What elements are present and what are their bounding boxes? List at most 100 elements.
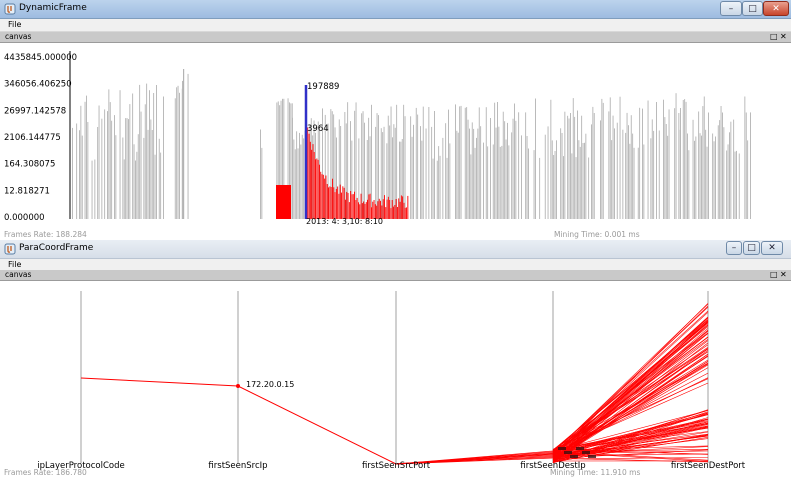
histogram-bar-gray	[688, 150, 690, 219]
histogram-bar-gray	[514, 103, 515, 219]
histogram-bar-gray	[608, 111, 610, 219]
histogram-bar-gray	[581, 115, 583, 219]
histogram-bar-gray	[629, 143, 631, 219]
histogram-bar-red	[352, 194, 354, 219]
histogram-bar-gray	[727, 144, 729, 219]
dynamic-frame-titlebar[interactable]: DynamicFrame – □ ✕	[0, 0, 791, 19]
minimize-button[interactable]: –	[720, 1, 742, 16]
histogram-bar-gray	[685, 101, 687, 219]
histogram-bar-gray	[94, 159, 96, 219]
y-tick-label: 2106.144775	[4, 133, 61, 143]
histogram-bar-red	[398, 198, 400, 219]
histogram-y-ticks: 4435845.000000 346056.406250 26997.142578 2…	[4, 53, 77, 223]
histogram-bar-gray	[733, 119, 735, 219]
histogram-bar-gray	[535, 98, 536, 219]
histogram-bar-red	[320, 171, 322, 219]
histogram-bar-red	[338, 193, 340, 219]
histogram-bar-gray	[431, 126, 433, 219]
histogram-bar-gray	[561, 133, 563, 219]
histogram-chart: 4435845.000000 346056.406250 26997.142578 2…	[4, 51, 751, 239]
histogram-bar-red	[322, 174, 324, 219]
pc-annotation-ip: 172.20.0.15	[246, 380, 294, 389]
canvas-close-icon[interactable]: ✕	[780, 32, 787, 42]
minimize-button[interactable]: –	[726, 241, 742, 255]
histogram-bar-gray	[413, 124, 414, 219]
histogram-bar-gray	[643, 144, 645, 219]
histogram-bar-gray	[702, 106, 704, 219]
window-title: ParaCoordFrame	[19, 243, 94, 253]
histogram-bar-red	[316, 158, 318, 219]
histogram-bar-gray	[647, 100, 649, 219]
canvas-close-icon[interactable]: ✕	[780, 270, 787, 280]
histogram-bar-gray	[177, 85, 179, 219]
pc-axis-label: firstSeenSrcIp	[208, 461, 267, 471]
histogram-bar-gray	[420, 126, 421, 219]
histogram-bar-gray	[585, 133, 587, 219]
histogram-bar-red	[276, 185, 291, 219]
histogram-bar-gray	[695, 136, 697, 219]
histogram-bar-gray	[72, 127, 73, 219]
histogram-bar-gray	[153, 93, 155, 219]
canvas-maximize-icon[interactable]: □	[770, 32, 778, 42]
paracoord-frame-titlebar[interactable]: ParaCoordFrame – □ ✕	[0, 240, 791, 259]
close-button[interactable]: ✕	[763, 1, 789, 16]
canvas-label: canvas	[5, 32, 32, 41]
histogram-bar-gray	[139, 84, 141, 220]
histogram-bar-gray	[299, 132, 300, 219]
histogram-bar-red	[339, 184, 341, 219]
status-mining-time: Mining Time: 0.001 ms	[554, 230, 640, 239]
histogram-bar-red	[390, 208, 392, 219]
histogram-bar-gray	[750, 112, 751, 219]
histogram-bar-gray	[600, 120, 601, 219]
histogram-bar-gray	[260, 129, 261, 219]
histogram-bar-gray	[575, 157, 577, 219]
histogram-bar-gray	[582, 143, 584, 219]
histogram-bar-red	[317, 159, 319, 219]
histogram-bar-gray	[521, 135, 522, 219]
histogram-bar-red	[393, 206, 394, 219]
histogram-bar-gray	[507, 122, 508, 219]
histogram-bar-gray	[464, 107, 466, 219]
canvas-maximize-icon[interactable]: □	[770, 270, 778, 280]
maximize-button[interactable]: □	[742, 1, 763, 16]
histogram-bar-gray	[698, 111, 700, 219]
close-button[interactable]: ✕	[761, 241, 783, 255]
y-tick-label: 0.000000	[4, 213, 45, 223]
status-frame-rate: Frames Rate: 186.780	[4, 468, 87, 477]
histogram-bar-gray	[699, 133, 701, 219]
histogram-bar-gray	[403, 104, 405, 219]
histogram-bar-gray	[87, 122, 89, 219]
close-icon: ✕	[772, 3, 780, 14]
histogram-bar-red	[329, 186, 331, 219]
histogram-bar-gray	[393, 124, 395, 219]
histogram-bar-gray	[459, 106, 461, 219]
histogram-bar-red	[341, 192, 342, 219]
histogram-bar-gray	[411, 136, 413, 219]
histogram-bar-red	[342, 186, 344, 219]
histogram-bar-red	[387, 196, 389, 219]
histogram-bar-gray	[292, 117, 293, 219]
histogram-bar-gray	[730, 121, 732, 219]
histogram-bar-red	[386, 199, 388, 219]
histogram-bar-gray	[146, 83, 148, 219]
menu-file[interactable]: File	[8, 20, 21, 29]
histogram-bar-gray	[415, 107, 417, 219]
histogram-bar-gray	[179, 92, 180, 219]
histogram-bar-gray	[571, 153, 573, 219]
histogram-bar-red	[328, 187, 329, 219]
histogram-bar-gray	[467, 119, 469, 219]
histogram-bar-red	[308, 133, 310, 219]
histogram-bar-gray	[480, 126, 482, 219]
menu-file[interactable]: File	[8, 260, 21, 269]
histogram-bar-gray	[432, 158, 434, 219]
histogram-bar-gray	[80, 105, 82, 219]
histogram-bar-gray	[79, 130, 80, 219]
parallel-coordinates-chart: 172.20.0.15 ipLayerProtocolCode firstSeen…	[4, 291, 746, 477]
maximize-button[interactable]: □	[743, 241, 760, 255]
histogram-bar-gray	[664, 117, 666, 219]
histogram-bar-gray	[261, 147, 263, 219]
histogram-bar-red	[335, 189, 337, 219]
histogram-bar-gray	[544, 134, 546, 219]
histogram-bar-red	[333, 187, 335, 219]
histogram-bar-gray	[160, 152, 162, 219]
